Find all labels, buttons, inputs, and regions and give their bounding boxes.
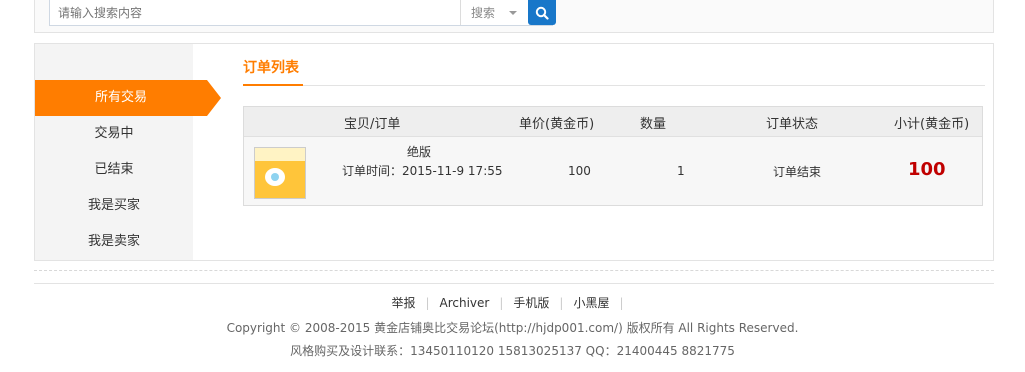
divider xyxy=(243,85,985,86)
footer-link-blackroom[interactable]: 小黑屋 xyxy=(573,296,609,310)
sidebar-item-in-progress[interactable]: 交易中 xyxy=(35,116,193,152)
sidebar: 所有交易 交易中 已结束 我是买家 我是卖家 xyxy=(35,44,221,260)
sidebar-item-label: 我是买家 xyxy=(87,198,140,213)
sidebar-item-seller[interactable]: 我是卖家 xyxy=(35,224,193,260)
sidebar-item-all-trades[interactable]: 所有交易 xyxy=(35,80,221,116)
orders-panel: 所有交易 交易中 已结束 我是买家 我是卖家 订单列表 宝贝/订单 单价(黄金币… xyxy=(34,43,994,261)
chevron-down-icon xyxy=(509,10,518,15)
order-table: 宝贝/订单 单价(黄金币) 数量 订单状态 小计(黄金币) 绝版 订单时间：20… xyxy=(243,106,983,206)
footer-copyright: Copyright © 2008-2015 黄金店铺奥比交易论坛(http://… xyxy=(226,321,799,335)
footer-link-mobile[interactable]: 手机版 xyxy=(513,296,549,310)
divider xyxy=(34,270,994,271)
sidebar-item-label: 我是卖家 xyxy=(87,234,140,249)
column-header-subtotal: 小计(黄金币) xyxy=(894,117,970,132)
sidebar-item-buyer[interactable]: 我是买家 xyxy=(35,188,193,224)
table-header: 宝贝/订单 单价(黄金币) 数量 订单状态 小计(黄金币) xyxy=(244,107,982,137)
footer-link-archiver[interactable]: Archiver xyxy=(440,296,490,310)
sidebar-item-finished[interactable]: 已结束 xyxy=(35,152,193,188)
column-header-status: 订单状态 xyxy=(766,117,819,132)
order-status: 订单结束 xyxy=(773,165,822,179)
item-name-link[interactable]: 绝版 xyxy=(407,143,431,160)
search-icon xyxy=(535,6,549,20)
order-time: 订单时间：2015-11-9 17:55 xyxy=(342,164,503,178)
footer-contact: 风格购买及设计联系：13450110120 15813025137 QQ：214… xyxy=(290,344,735,358)
unit-price: 100 xyxy=(568,164,591,178)
divider xyxy=(34,283,994,284)
footer-links: 举报 | Archiver | 手机版 | 小黑屋 | xyxy=(391,296,624,310)
sidebar-item-label: 已结束 xyxy=(94,162,134,177)
product-thumbnail[interactable] xyxy=(254,147,306,199)
search-bar: 搜索 xyxy=(34,0,994,33)
footer-link-report[interactable]: 举报 xyxy=(391,296,415,310)
search-type-label: 搜索 xyxy=(471,6,496,20)
active-tab-underline xyxy=(243,84,303,86)
column-header-item: 宝贝/订单 xyxy=(344,117,401,132)
sidebar-item-label: 所有交易 xyxy=(94,90,147,105)
search-input[interactable] xyxy=(50,0,460,25)
column-header-quantity: 数量 xyxy=(640,117,667,132)
tab-order-list[interactable]: 订单列表 xyxy=(243,57,299,77)
quantity: 1 xyxy=(677,164,685,178)
search-box: 搜索 xyxy=(49,0,553,26)
subtotal: 100 xyxy=(908,159,946,180)
search-button[interactable] xyxy=(528,0,556,25)
sidebar-item-label: 交易中 xyxy=(94,126,134,141)
table-row: 绝版 订单时间：2015-11-9 17:55 100 1 订单结束 100 xyxy=(244,137,982,205)
column-header-price: 单价(黄金币) xyxy=(519,117,595,132)
